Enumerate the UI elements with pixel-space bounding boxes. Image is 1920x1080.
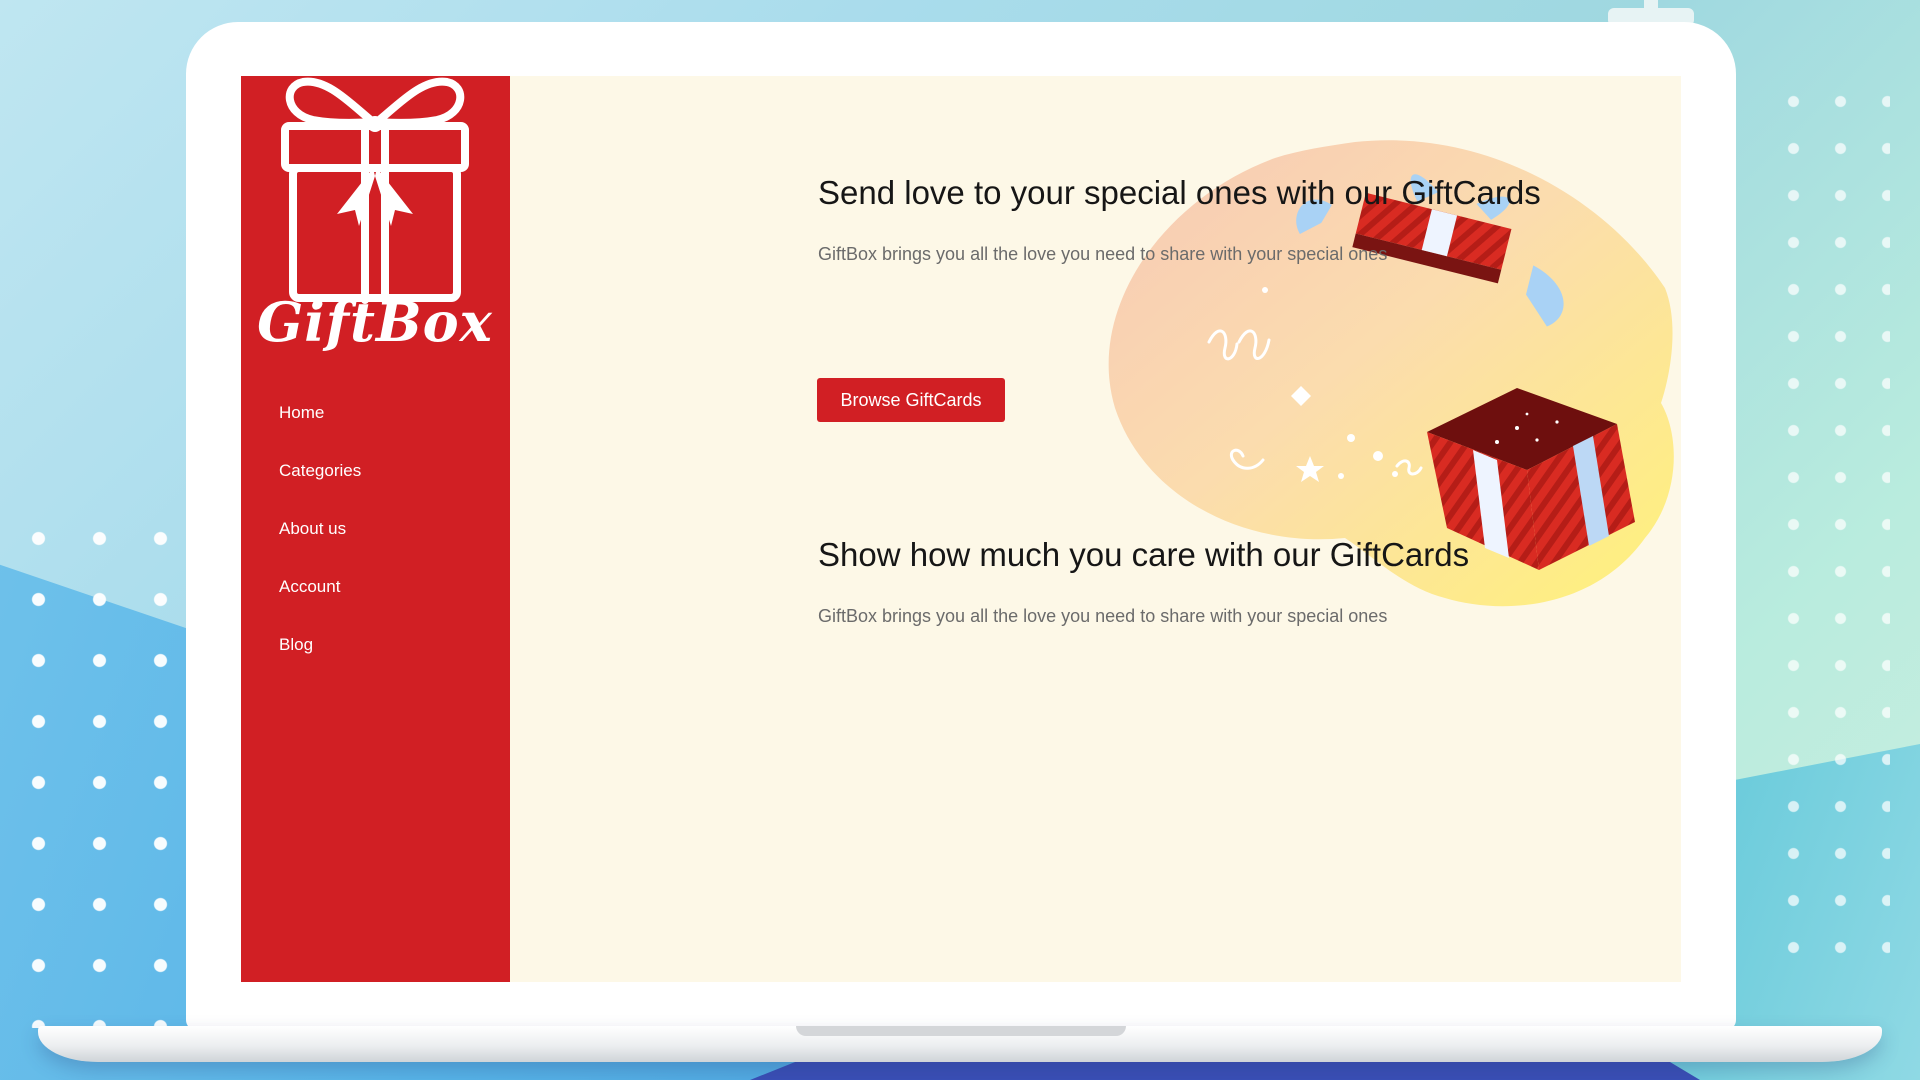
brand-name: GiftBox [257, 290, 493, 354]
background-dots-right [1770, 78, 1890, 978]
sidebar: GiftBox Home Categories About us Account… [241, 76, 510, 982]
hero-subtitle: GiftBox brings you all the love you need… [818, 244, 1388, 264]
background-dots-left [8, 508, 188, 1028]
sidebar-item-categories[interactable]: Categories [279, 461, 361, 519]
website-screen: GiftBox Home Categories About us Account… [241, 76, 1681, 982]
sidebar-nav: Home Categories About us Account Blog [279, 403, 361, 693]
laptop-notch [796, 1026, 1126, 1036]
sidebar-item-account[interactable]: Account [279, 577, 361, 635]
section-title: Show how much you care with our GiftCard… [818, 536, 1470, 573]
sidebar-item-about-us[interactable]: About us [279, 519, 361, 577]
browse-giftcards-button[interactable]: Browse GiftCards [817, 378, 1005, 422]
hero-title: Send love to your special ones with our … [818, 174, 1541, 211]
sidebar-item-blog[interactable]: Blog [279, 635, 361, 693]
sidebar-item-home[interactable]: Home [279, 403, 361, 461]
section-subtitle: GiftBox brings you all the love you need… [818, 606, 1388, 626]
